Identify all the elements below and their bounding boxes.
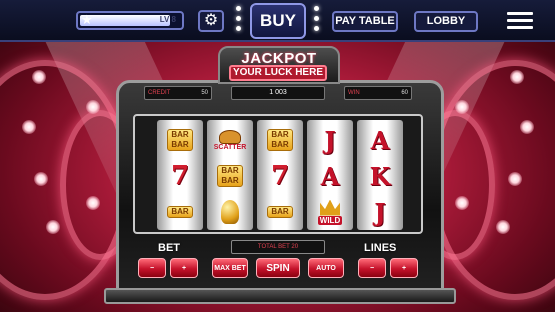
cabinet-base xyxy=(104,288,456,304)
card-symbol: A xyxy=(370,125,390,155)
light-bulb xyxy=(22,120,36,134)
reel-symbol: 7 xyxy=(257,158,303,194)
reel-3: BAR BAR 7 BAR xyxy=(257,120,303,230)
bar-symbol: BAR BAR xyxy=(267,129,293,151)
reel-symbol: BAR BAR xyxy=(157,122,203,158)
subtitle-plate: YOUR LUCK HERE xyxy=(229,65,327,81)
light-bulb xyxy=(520,120,534,134)
light-bulb xyxy=(510,70,524,84)
reel-1: BAR BAR 7 BAR xyxy=(157,120,203,230)
bell-icon xyxy=(221,200,239,224)
card-symbol: A xyxy=(320,161,340,191)
reel-symbol: SCATTER xyxy=(207,122,253,158)
light-bulb xyxy=(455,100,469,114)
bar-symbol: BAR xyxy=(167,206,193,218)
max-bet-button[interactable]: MAX BET xyxy=(212,258,248,278)
reel-symbol: WILD xyxy=(307,194,353,230)
bar-symbol: BAR BAR xyxy=(217,165,243,187)
win-box: WIN 60 xyxy=(344,86,412,100)
level-progress-bar: ★ LV 8 xyxy=(76,11,184,30)
win-display: 1 003 xyxy=(231,86,325,100)
scatter-icon xyxy=(219,129,241,144)
star-icon: ★ xyxy=(81,12,93,27)
bet-plus-button[interactable]: + xyxy=(170,258,198,278)
light-bulb xyxy=(86,100,100,114)
reel-symbol: 7 xyxy=(157,158,203,194)
game-stage: ★ LV 8 ⚙ BUY PAY TABLE LOBBY JACKPOT YOU… xyxy=(0,0,555,312)
card-symbol: J xyxy=(324,125,336,155)
bar-symbol: BAR xyxy=(267,206,293,218)
seven-symbol: 7 xyxy=(270,161,290,191)
level-progress-fill xyxy=(80,15,170,26)
reel-symbol: BAR xyxy=(257,194,303,230)
reel-symbol: K xyxy=(357,158,403,194)
lines-label: LINES xyxy=(364,242,397,254)
auto-button[interactable]: AUTO xyxy=(308,258,344,278)
reel-symbol: J xyxy=(307,122,353,158)
reel-symbol xyxy=(207,194,253,230)
level-text: LV 8 xyxy=(159,15,176,24)
credit-value: 50 xyxy=(201,90,208,96)
reel-symbol: A xyxy=(357,122,403,158)
reel-4: J A WILD xyxy=(307,120,353,230)
scatter-label: SCATTER xyxy=(213,143,247,151)
reel-symbol: J xyxy=(357,194,403,230)
crown-icon xyxy=(320,199,340,216)
bar-symbol: BAR BAR xyxy=(167,129,193,151)
reel-2: SCATTER BAR BAR xyxy=(207,120,253,230)
win-value: 60 xyxy=(401,90,408,96)
reel-symbol: BAR BAR xyxy=(257,122,303,158)
credit-label: CREDIT xyxy=(148,90,171,96)
bet-label: BET xyxy=(158,242,180,254)
reel-window: BAR BAR 7 BAR SCATTER BAR BAR BAR BAR 7 BAR… xyxy=(133,114,423,234)
light-bulb xyxy=(455,196,469,210)
reel-symbol: BAR xyxy=(157,194,203,230)
light-bulb xyxy=(496,220,510,234)
reel-symbol: BAR BAR xyxy=(207,158,253,194)
light-bulb xyxy=(508,172,522,186)
decor-dots xyxy=(236,6,242,36)
light-bulb xyxy=(34,172,48,186)
lobby-button[interactable]: LOBBY xyxy=(414,11,478,32)
light-bulb xyxy=(32,70,46,84)
top-bar: ★ LV 8 ⚙ BUY PAY TABLE LOBBY xyxy=(0,0,555,42)
seven-symbol: 7 xyxy=(170,161,190,191)
gear-icon: ⚙ xyxy=(203,12,219,29)
pay-table-button[interactable]: PAY TABLE xyxy=(332,11,398,32)
settings-button[interactable]: ⚙ xyxy=(198,10,224,32)
win-label: WIN xyxy=(348,90,360,96)
spin-button[interactable]: SPIN xyxy=(256,258,300,278)
card-symbol: K xyxy=(369,161,391,191)
buy-button[interactable]: BUY xyxy=(250,3,306,39)
card-symbol: J xyxy=(374,197,386,227)
total-bet-display: TOTAL BET 20 xyxy=(231,240,325,254)
light-bulb xyxy=(86,196,100,210)
credit-display: CREDIT 50 xyxy=(144,86,212,100)
hamburger-icon[interactable] xyxy=(507,12,533,32)
light-bulb xyxy=(46,220,60,234)
lines-plus-button[interactable]: + xyxy=(390,258,418,278)
bet-minus-button[interactable]: − xyxy=(138,258,166,278)
lines-minus-button[interactable]: − xyxy=(358,258,386,278)
decor-dots xyxy=(314,6,320,36)
reel-symbol: A xyxy=(307,158,353,194)
wild-label: WILD xyxy=(317,215,343,225)
reel-5: A K J xyxy=(357,120,403,230)
